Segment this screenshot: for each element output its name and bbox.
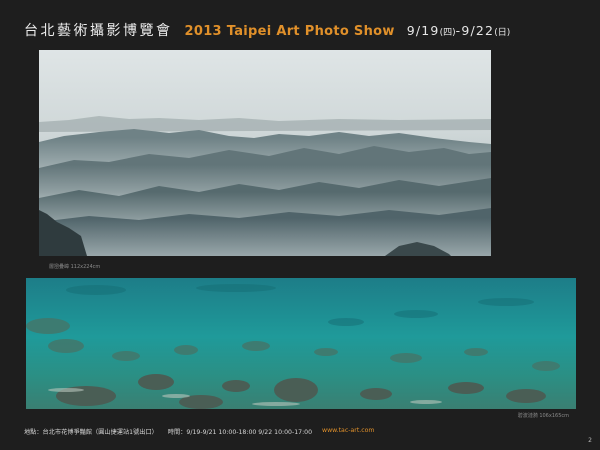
sea-photo bbox=[26, 278, 576, 409]
venue-info: 地點：台北市花博爭豔館（圓山捷運站1號出口） bbox=[24, 429, 158, 436]
title-english: 2013 Taipei Art Photo Show bbox=[184, 24, 395, 39]
date-start: 9/19 bbox=[406, 23, 440, 38]
mountain-photo bbox=[39, 50, 491, 256]
footer: 地點：台北市花博爭豔館（圓山捷運站1號出口） 時間：9/19-9/21 10:0… bbox=[24, 427, 374, 436]
photo-caption-sea: 碧波漣漪 106x165cm bbox=[517, 413, 569, 419]
photo-caption-mountain: 層巒疊嶂 112x224cm bbox=[49, 264, 101, 270]
date-start-day: (四) bbox=[439, 28, 456, 38]
page-number: 2 bbox=[588, 437, 592, 444]
website-link[interactable]: www.tac-art.com bbox=[322, 427, 374, 436]
date-end-day: (日) bbox=[494, 28, 511, 38]
date-end: 9/22 bbox=[461, 23, 495, 38]
title-chinese: 台北藝術攝影博覽會 bbox=[24, 23, 173, 39]
mountain-landscape-image bbox=[39, 50, 491, 256]
event-dates: 9/19(四)-9/22(日) bbox=[407, 23, 511, 38]
sea-landscape-image bbox=[26, 278, 576, 409]
hours-info: 時間：9/19-9/21 10:00-18:00 9/22 10:00-17:0… bbox=[167, 429, 313, 436]
header: 台北藝術攝影博覽會 2013 Taipei Art Photo Show 9/1… bbox=[24, 20, 510, 42]
